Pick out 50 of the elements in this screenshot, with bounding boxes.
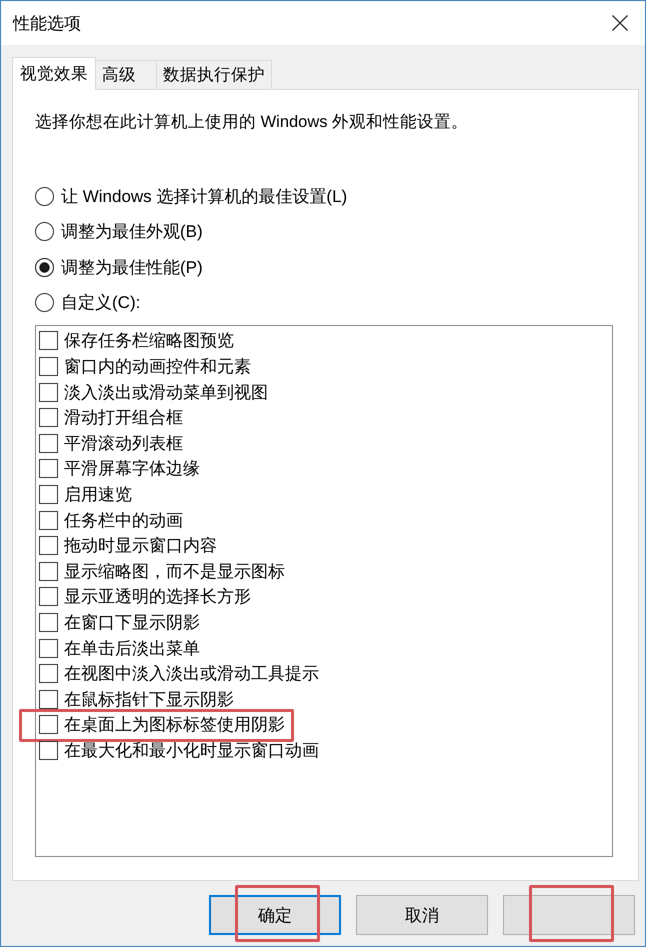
checkbox[interactable] <box>39 536 58 556</box>
dialog-button[interactable] <box>503 895 635 935</box>
checkbox-label[interactable]: 任务栏中的动画 <box>64 508 183 532</box>
checkbox-label[interactable]: 在最大化和最小化时显示窗口动画 <box>64 738 319 762</box>
checkbox[interactable] <box>39 434 58 453</box>
checkbox-label[interactable]: 在窗口下显示阴影 <box>64 611 200 634</box>
checkbox[interactable] <box>39 740 58 760</box>
checkbox[interactable] <box>39 357 58 376</box>
checkbox[interactable] <box>39 664 58 684</box>
radio-label[interactable]: 自定义(C): <box>61 291 140 314</box>
checkbox[interactable] <box>39 638 58 658</box>
checkbox[interactable] <box>39 587 58 606</box>
checkbox[interactable] <box>39 562 58 581</box>
radio-button[interactable] <box>35 293 54 312</box>
checkbox-label[interactable]: 显示缩略图，而不是显示图标 <box>64 560 285 583</box>
checkbox-label[interactable]: 在鼠标指针下显示阴影 <box>64 688 234 711</box>
radio-label[interactable]: 让 Windows 选择计算机的最佳设置(L) <box>61 185 348 208</box>
checkbox-label[interactable]: 平滑滚动列表框 <box>64 432 183 455</box>
checkbox-label[interactable]: 滑动打开组合框 <box>64 406 183 430</box>
checkbox-label[interactable]: 显示亚透明的选择长方形 <box>64 585 251 608</box>
dialog-button[interactable]: 确定 <box>209 895 341 935</box>
radio-button[interactable] <box>35 187 54 206</box>
checkbox-label[interactable]: 淡入淡出或滑动菜单到视图 <box>64 380 268 404</box>
checkbox[interactable] <box>39 715 58 734</box>
checkbox-label[interactable]: 在桌面上为图标标签使用阴影 <box>64 713 285 736</box>
radio-button[interactable] <box>35 222 54 242</box>
checkbox[interactable] <box>39 382 58 402</box>
checkbox[interactable] <box>39 510 58 530</box>
checkbox[interactable] <box>39 331 58 350</box>
checkbox-label[interactable]: 保存任务栏缩略图预览 <box>64 329 234 352</box>
radio-label[interactable]: 调整为最佳性能(P) <box>61 256 203 279</box>
checkbox-label[interactable]: 窗口内的动画控件和元素 <box>64 355 251 378</box>
checkbox-label[interactable]: 在单击后淡出菜单 <box>64 636 200 660</box>
checkbox[interactable] <box>39 690 58 709</box>
window-title: 性能选项 <box>13 12 81 34</box>
dialog-button[interactable]: 取消 <box>356 895 488 935</box>
checkbox[interactable] <box>39 485 58 504</box>
checkbox-label[interactable]: 启用速览 <box>64 483 132 506</box>
radio-button[interactable] <box>35 258 54 277</box>
checkbox-label[interactable]: 在视图中淡入淡出或滑动工具提示 <box>64 662 319 686</box>
checkbox-label[interactable]: 平滑屏幕字体边缘 <box>64 457 200 480</box>
close-icon <box>612 15 628 31</box>
tab[interactable]: 数据执行保护 <box>156 60 272 89</box>
checkbox[interactable] <box>39 613 58 632</box>
radio-label[interactable]: 调整为最佳外观(B) <box>61 220 203 244</box>
tab[interactable]: 视觉效果 <box>12 57 96 90</box>
checkbox-label[interactable]: 拖动时显示窗口内容 <box>64 534 217 558</box>
checkbox[interactable] <box>39 459 58 478</box>
description-text: 选择你想在此计算机上使用的 Windows 外观和性能设置。 <box>35 112 470 133</box>
checkbox[interactable] <box>39 408 58 428</box>
